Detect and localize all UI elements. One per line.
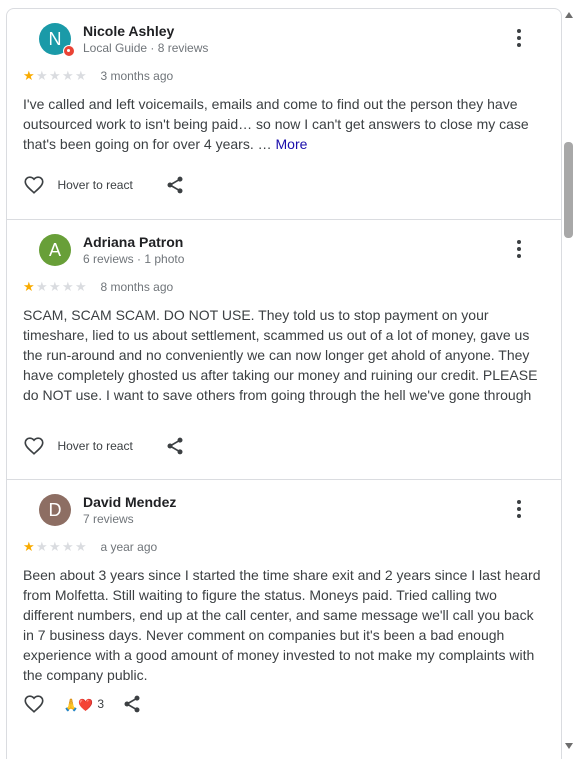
star-icon: ★: [49, 68, 61, 83]
review-header: D David Mendez 7 reviews: [23, 480, 545, 542]
more-options-icon[interactable]: [509, 240, 529, 260]
more-options-icon[interactable]: [509, 29, 529, 49]
avatar[interactable]: A: [39, 234, 71, 266]
star-icon: ★: [62, 68, 74, 83]
heart-icon[interactable]: [23, 435, 45, 457]
more-link[interactable]: More: [276, 136, 308, 152]
star-icon: ★: [36, 68, 48, 83]
reaction-count: 3: [97, 697, 105, 712]
review-date: a year ago: [100, 540, 158, 554]
share-icon[interactable]: [165, 436, 185, 456]
star-icon: ★: [36, 539, 48, 554]
reviewer-name[interactable]: David Mendez: [83, 494, 176, 510]
review-text: Been about 3 years since I started the t…: [23, 567, 541, 683]
reactions-summary[interactable]: 🙏❤️ 3: [63, 697, 105, 712]
star-icon: ★: [75, 539, 87, 554]
review-actions: Hover to react: [23, 174, 185, 198]
react-label[interactable]: Hover to react: [57, 439, 132, 453]
scrollbar-thumb[interactable]: [564, 142, 573, 238]
star-icon: ★: [23, 68, 35, 83]
star-icon: ★: [49, 279, 61, 294]
reviews-panel: N Nicole Ashley Local Guide · 8 reviews …: [6, 8, 562, 759]
rating-row: ★★★★★ a year ago: [23, 538, 158, 555]
share-icon[interactable]: [122, 694, 142, 714]
scroll-up-arrow-icon[interactable]: [565, 12, 573, 18]
reaction-emojis: 🙏❤️: [63, 697, 94, 712]
star-rating: ★★★★★: [23, 67, 88, 85]
review-text: I've called and left voicemails, emails …: [23, 94, 545, 154]
reviewer-meta: 7 reviews: [83, 512, 134, 526]
reviewer-name[interactable]: Nicole Ashley: [83, 23, 174, 39]
heart-icon[interactable]: [23, 693, 45, 715]
reviewer-meta: 6 reviews · 1 photo: [83, 252, 185, 266]
reviewer-meta: Local Guide · 8 reviews: [83, 41, 209, 55]
star-icon: ★: [62, 539, 74, 554]
avatar[interactable]: N: [39, 23, 75, 57]
review-card: N Nicole Ashley Local Guide · 8 reviews …: [7, 9, 561, 219]
avatar-letter: D: [48, 500, 62, 520]
star-icon: ★: [62, 279, 74, 294]
star-icon: ★: [75, 279, 87, 294]
rating-row: ★★★★★ 3 months ago: [23, 67, 174, 84]
star-icon: ★: [23, 539, 35, 554]
star-icon: ★: [23, 279, 35, 294]
review-card: D David Mendez 7 reviews ★★★★★ a year ag…: [7, 480, 561, 759]
star-icon: ★: [36, 279, 48, 294]
review-date: 8 months ago: [100, 280, 174, 294]
share-icon[interactable]: [165, 175, 185, 195]
review-text: SCAM, SCAM SCAM. DO NOT USE. They told u…: [23, 307, 538, 403]
review-actions: Hover to react: [23, 435, 185, 459]
react-label[interactable]: Hover to react: [57, 178, 132, 192]
avatar-letter: N: [48, 29, 62, 49]
star-icon: ★: [75, 68, 87, 83]
review-header: N Nicole Ashley Local Guide · 8 reviews: [23, 9, 545, 71]
review-card: A Adriana Patron 6 reviews · 1 photo ★★★…: [7, 220, 561, 479]
avatar[interactable]: D: [39, 494, 71, 526]
reviewer-name[interactable]: Adriana Patron: [83, 234, 183, 250]
avatar-letter: A: [48, 240, 61, 260]
more-options-icon[interactable]: [509, 500, 529, 520]
review-actions: 🙏❤️ 3: [23, 693, 142, 717]
rating-row: ★★★★★ 8 months ago: [23, 278, 174, 295]
heart-icon[interactable]: [23, 174, 45, 196]
star-rating: ★★★★★: [23, 278, 88, 296]
review-date: 3 months ago: [100, 69, 174, 83]
star-icon: ★: [49, 539, 61, 554]
scroll-down-arrow-icon[interactable]: [565, 743, 573, 749]
review-header: A Adriana Patron 6 reviews · 1 photo: [23, 220, 545, 282]
star-rating: ★★★★★: [23, 538, 88, 556]
scrollbar[interactable]: [562, 8, 576, 751]
local-guide-badge-icon: [63, 45, 75, 57]
